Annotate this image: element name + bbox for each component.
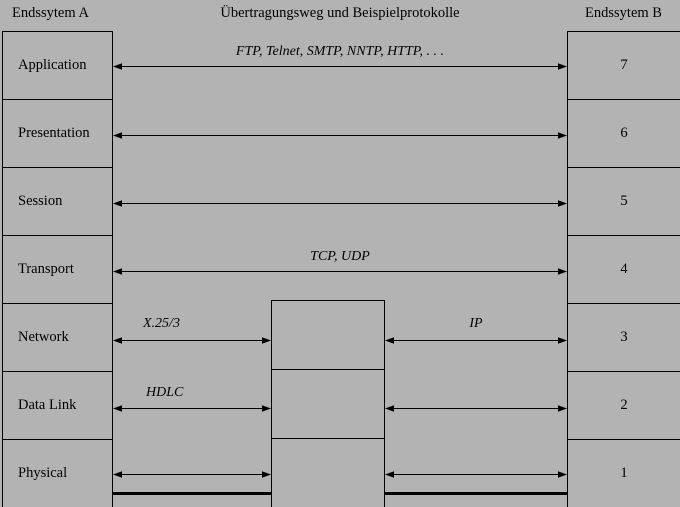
header-endsystem-b: Endssytem B bbox=[585, 5, 662, 21]
protocol-label-application: FTP, Telnet, SMTP, NNTP, HTTP, . . . bbox=[235, 44, 445, 59]
intermediate-relay-node bbox=[271, 300, 385, 507]
osi-layer-diagram: Endssytem A Übertragungsweg und Beispiel… bbox=[0, 0, 680, 507]
layer-number-6: 6 bbox=[620, 125, 628, 141]
relay-cell-datalink bbox=[271, 369, 385, 438]
layer-number-3: 3 bbox=[620, 329, 628, 345]
arrow-network-right-hop bbox=[385, 336, 567, 345]
arrow-physical-left-hop bbox=[113, 470, 271, 479]
layer-cell-application: Application bbox=[2, 31, 113, 99]
protocol-label-transport: TCP, UDP bbox=[310, 249, 370, 264]
arrow-network-left-hop bbox=[113, 336, 271, 345]
protocol-label-network-left: X.25/3 bbox=[143, 316, 180, 331]
layer-cell-network: Network bbox=[2, 303, 113, 371]
endsystem-b-stack: 7 6 5 4 3 2 1 bbox=[567, 31, 680, 507]
layer-label-datalink: Data Link bbox=[18, 397, 77, 413]
layer-cell-presentation: Presentation bbox=[2, 99, 113, 167]
protocol-label-datalink-left: HDLC bbox=[146, 385, 184, 400]
layer-cell-datalink: Data Link bbox=[2, 371, 113, 439]
relay-cell-physical bbox=[271, 438, 385, 507]
layer-label-physical: Physical bbox=[18, 465, 68, 481]
layer-label-network: Network bbox=[18, 329, 69, 345]
layer-label-transport: Transport bbox=[18, 261, 74, 277]
arrow-datalink-left-hop bbox=[113, 404, 271, 413]
layer-cell-physical: Physical bbox=[2, 439, 113, 507]
layer-number-1: 1 bbox=[620, 465, 628, 481]
layer-label-presentation: Presentation bbox=[18, 125, 90, 141]
layer-label-session: Session bbox=[18, 193, 63, 209]
layer-label-application: Application bbox=[18, 57, 87, 73]
protocol-label-network-right: IP bbox=[469, 316, 483, 331]
arrow-application-endtoend bbox=[113, 62, 567, 71]
layer-number-cell-5: 5 bbox=[567, 167, 680, 235]
arrow-physical-right-hop bbox=[385, 470, 567, 479]
layer-number-cell-2: 2 bbox=[567, 371, 680, 439]
arrow-datalink-right-hop bbox=[385, 404, 567, 413]
layer-cell-session: Session bbox=[2, 167, 113, 235]
relay-cell-network bbox=[271, 300, 385, 369]
layer-number-cell-1: 1 bbox=[567, 439, 680, 507]
layer-number-cell-6: 6 bbox=[567, 99, 680, 167]
physical-medium-right bbox=[385, 492, 567, 495]
physical-medium-left bbox=[113, 492, 271, 495]
layer-number-4: 4 bbox=[620, 261, 628, 277]
layer-number-7: 7 bbox=[620, 57, 628, 73]
arrow-session-endtoend bbox=[113, 199, 567, 208]
layer-number-cell-4: 4 bbox=[567, 235, 680, 303]
layer-number-5: 5 bbox=[620, 193, 628, 209]
arrow-presentation-endtoend bbox=[113, 131, 567, 140]
endsystem-a-stack: Application Presentation Session Transpo… bbox=[2, 31, 113, 507]
layer-cell-transport: Transport bbox=[2, 235, 113, 303]
layer-number-cell-3: 3 bbox=[567, 303, 680, 371]
arrow-transport-endtoend bbox=[113, 267, 567, 276]
layer-number-2: 2 bbox=[620, 397, 628, 413]
layer-number-cell-7: 7 bbox=[567, 31, 680, 99]
